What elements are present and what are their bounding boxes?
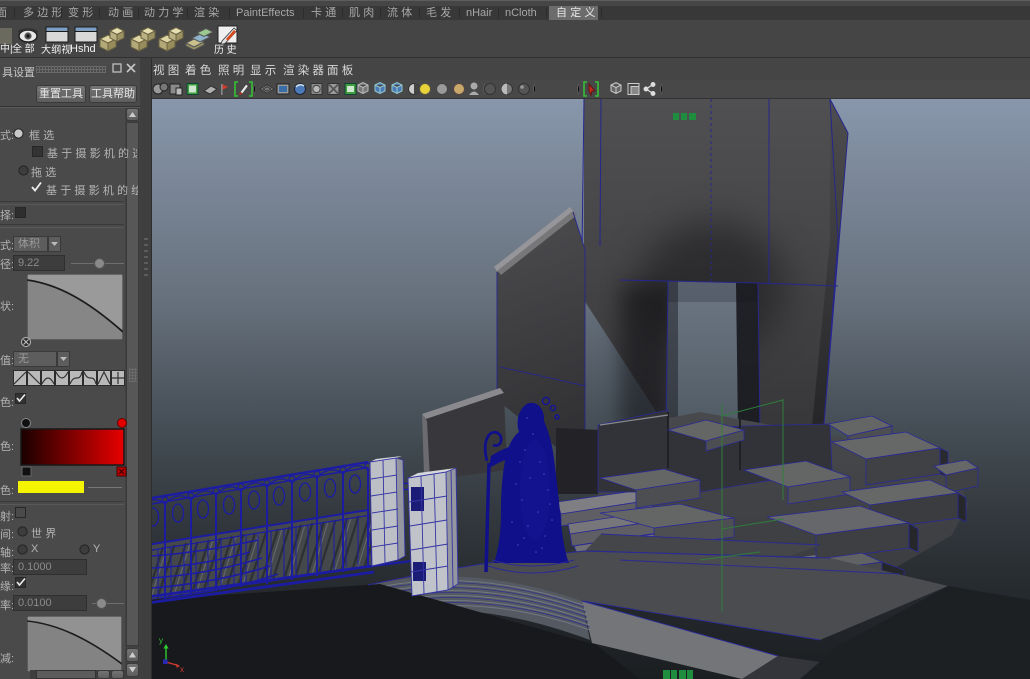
- svg-text:历史: 历史: [214, 44, 239, 56]
- svg-text:中|: 中|: [0, 42, 13, 55]
- svg-text:全部: 全部: [12, 42, 37, 55]
- svg-text:x: x: [180, 665, 184, 674]
- svg-text:大纲视: 大纲视: [41, 43, 72, 56]
- svg-text:y: y: [159, 636, 163, 645]
- svg-text:Hshd: Hshd: [70, 43, 96, 55]
